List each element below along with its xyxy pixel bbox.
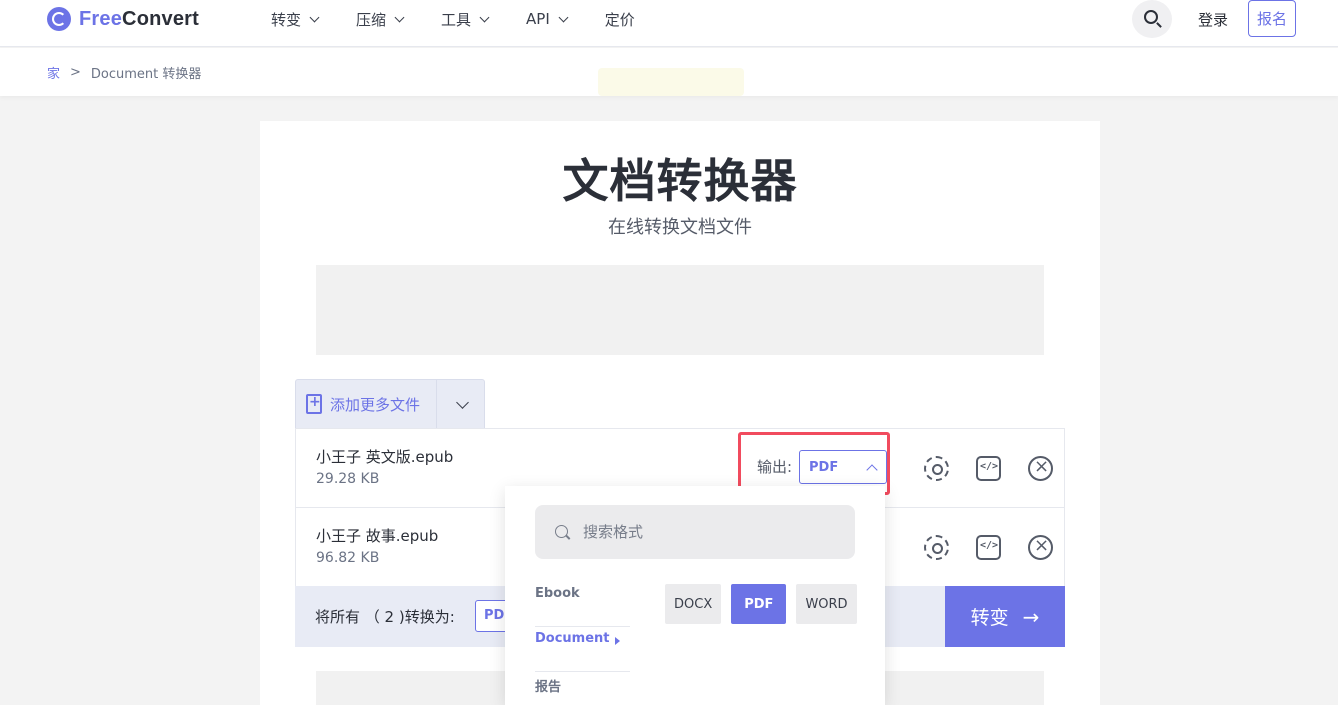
- logo-icon: [47, 7, 71, 31]
- file-size: 29.28 KB: [316, 471, 380, 487]
- format-option-pdf[interactable]: PDF: [731, 584, 787, 624]
- code-icon[interactable]: [976, 535, 1001, 560]
- category-report[interactable]: 报告: [535, 672, 630, 705]
- chevron-down-icon: [456, 395, 469, 409]
- search-button[interactable]: [1132, 0, 1172, 38]
- nav-pricing[interactable]: 定价: [605, 8, 635, 30]
- format-category-list: Ebook Document 报告: [535, 582, 630, 705]
- file-actions: [924, 456, 1053, 481]
- breadcrumb-home[interactable]: 家: [47, 63, 60, 82]
- arrow-right-icon: →: [1022, 604, 1040, 629]
- nav-tools[interactable]: 工具: [441, 8, 490, 30]
- top-header: FreeConvert 转变 压缩 工具 API 定价 登录 报名: [0, 0, 1338, 47]
- breadcrumb-separator: >: [70, 65, 81, 80]
- category-ebook[interactable]: Ebook: [535, 582, 630, 627]
- add-files-group: 添加更多文件: [295, 379, 485, 429]
- logo-text: FreeConvert: [79, 7, 200, 30]
- promo-banner: [598, 68, 744, 96]
- output-label: 输出:: [757, 458, 793, 476]
- file-plus-icon: [306, 394, 322, 414]
- nav-api[interactable]: API: [526, 8, 569, 30]
- search-placeholder: 搜索格式: [583, 523, 644, 541]
- convert-button[interactable]: 转变 →: [945, 586, 1065, 647]
- chevron-down-icon: [309, 12, 320, 22]
- chevron-up-icon: [866, 464, 878, 476]
- chevron-down-icon: [394, 12, 405, 22]
- close-icon[interactable]: [1028, 535, 1053, 560]
- chevron-down-icon: [479, 12, 490, 22]
- convert-all-label: 将所有 （ 2 )转换为:: [315, 608, 455, 626]
- signup-button[interactable]: 报名: [1248, 0, 1296, 37]
- output-format-select[interactable]: PDF: [799, 450, 887, 484]
- file-actions: [924, 535, 1053, 560]
- main-nav: 转变 压缩 工具 API 定价: [271, 8, 635, 30]
- format-options: DOCX PDF WORD: [665, 584, 857, 624]
- breadcrumb: 家 > Document 转换器: [47, 63, 201, 82]
- gear-icon[interactable]: [924, 535, 949, 560]
- breadcrumb-current: Document 转换器: [90, 67, 202, 82]
- format-search-input[interactable]: 搜索格式: [535, 505, 855, 559]
- search-icon: [1144, 10, 1158, 24]
- code-icon[interactable]: [976, 456, 1001, 481]
- file-size: 96.82 KB: [316, 550, 380, 566]
- nav-compress[interactable]: 压缩: [356, 8, 405, 30]
- page-title: 文档转换器: [562, 154, 798, 208]
- login-link[interactable]: 登录: [1198, 9, 1228, 30]
- gear-icon[interactable]: [924, 456, 949, 481]
- add-more-files-button[interactable]: 添加更多文件: [296, 380, 436, 428]
- breadcrumb-bar: 家 > Document 转换器: [0, 48, 1338, 96]
- search-icon: [555, 525, 568, 538]
- close-icon[interactable]: [1028, 456, 1053, 481]
- logo[interactable]: FreeConvert: [47, 7, 199, 31]
- file-name: 小王子 故事.epub: [316, 527, 439, 545]
- file-name: 小王子 英文版.epub: [316, 448, 454, 466]
- page-subtitle: 在线转换文档文件: [608, 217, 752, 238]
- nav-convert[interactable]: 转变: [271, 8, 320, 30]
- chevron-down-icon: [558, 12, 569, 22]
- category-document[interactable]: Document: [535, 627, 630, 672]
- add-files-dropdown-toggle[interactable]: [436, 380, 484, 428]
- format-dropdown: 搜索格式 Ebook Document 报告 DOCX PDF WORD: [505, 486, 885, 705]
- format-option-docx[interactable]: DOCX: [665, 584, 722, 624]
- ad-placeholder: [316, 265, 1044, 355]
- format-option-word[interactable]: WORD: [796, 584, 857, 624]
